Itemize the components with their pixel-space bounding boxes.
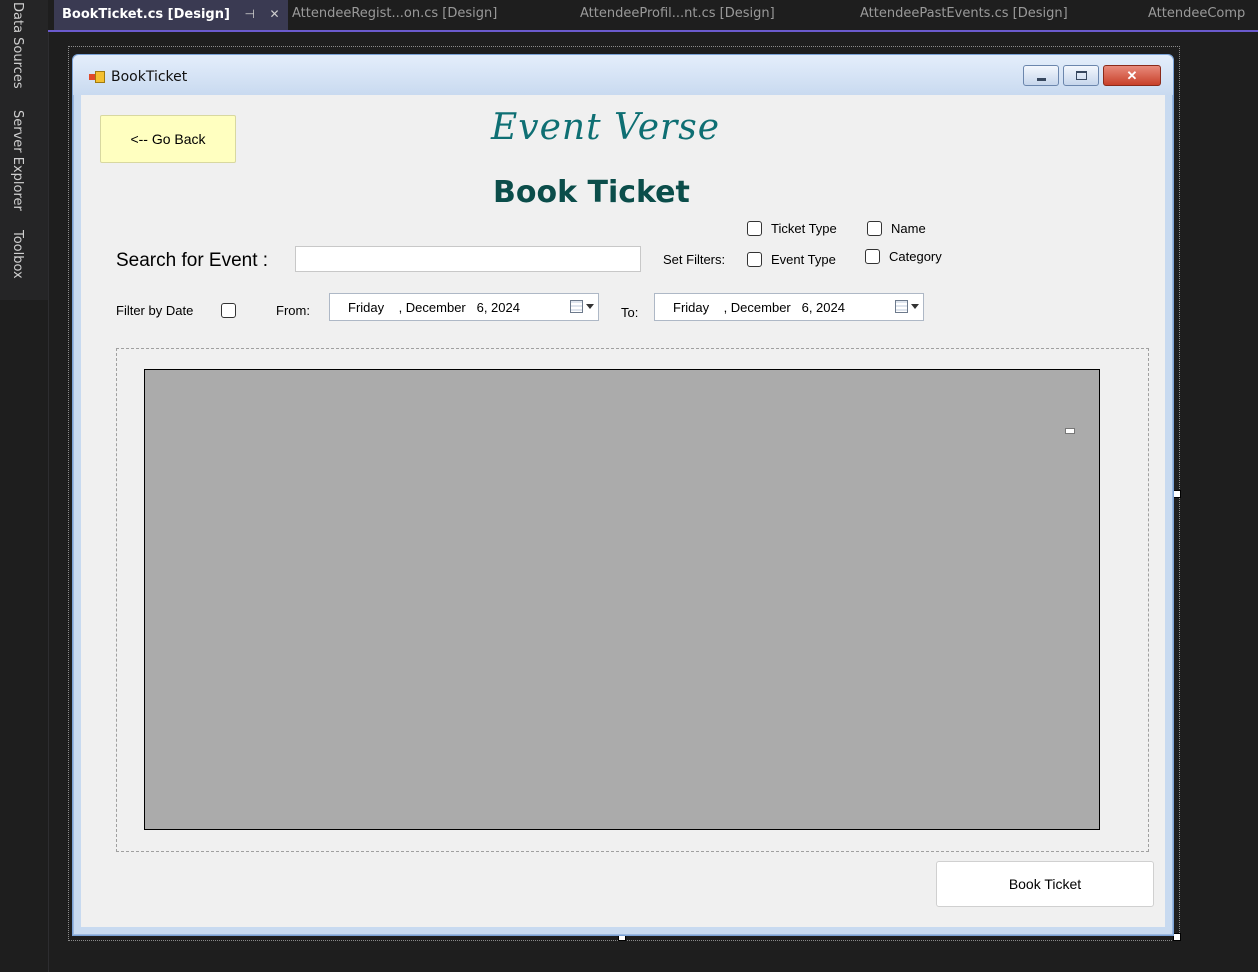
maximize-icon: [1075, 71, 1087, 80]
side-tab-server-explorer[interactable]: Server Explorer: [10, 110, 25, 211]
name-checkbox[interactable]: [867, 221, 882, 236]
tab-label: BookTicket.cs [Design]: [62, 7, 230, 22]
minimize-icon: [1036, 77, 1046, 81]
calendar-dropdown-icon[interactable]: [895, 299, 919, 313]
grid-smart-tag-icon[interactable]: [1065, 428, 1075, 434]
resize-handle-right[interactable]: [1173, 490, 1181, 498]
ticket-type-checkbox[interactable]: [747, 221, 762, 236]
go-back-button[interactable]: <-- Go Back: [100, 115, 236, 163]
form-titlebar[interactable]: BookTicket ✕: [73, 55, 1173, 95]
category-checkbox[interactable]: [865, 249, 880, 264]
from-label: From:: [276, 303, 310, 318]
to-date-picker[interactable]: Friday , December 6, 2024: [654, 293, 924, 321]
tab-bookticket-design[interactable]: BookTicket.cs [Design] ⊣ ✕: [54, 0, 288, 30]
form-icon: [89, 71, 105, 83]
filter-by-date-checkbox[interactable]: [221, 303, 236, 318]
name-label: Name: [891, 221, 926, 236]
book-ticket-button[interactable]: Book Ticket: [936, 861, 1154, 907]
tab-attendee-registration-design[interactable]: AttendeeRegist...on.cs [Design]: [292, 0, 497, 30]
to-date-value: Friday , December 6, 2024: [673, 299, 845, 315]
event-type-checkbox[interactable]: [747, 252, 762, 267]
form-window: BookTicket ✕ <-- Go Back Event Verse Boo…: [72, 54, 1174, 936]
ide-side-strip: Data Sources Server Explorer Toolbox: [0, 0, 49, 972]
minimize-button[interactable]: [1023, 65, 1059, 86]
from-date-value: Friday , December 6, 2024: [348, 299, 520, 315]
set-filters-label: Set Filters:: [663, 252, 726, 267]
search-input[interactable]: [295, 246, 641, 272]
category-label: Category: [889, 249, 942, 264]
calendar-dropdown-icon[interactable]: [570, 299, 594, 313]
tab-attendee-comp[interactable]: AttendeeComp: [1148, 0, 1245, 30]
brand-logo-text: Event Verse: [491, 107, 721, 148]
close-icon: ✕: [1126, 68, 1138, 83]
close-icon[interactable]: ✕: [269, 0, 279, 28]
side-tab-toolbox[interactable]: Toolbox: [10, 230, 25, 279]
maximize-button[interactable]: [1063, 65, 1099, 86]
document-tab-bar: BookTicket.cs [Design] ⊣ ✕ AttendeeRegis…: [48, 0, 1258, 32]
page-title: Book Ticket: [493, 175, 690, 210]
event-type-label: Event Type: [771, 252, 836, 267]
pin-icon[interactable]: ⊣: [244, 0, 254, 28]
filter-by-date-label: Filter by Date: [116, 303, 194, 318]
to-label: To:: [621, 305, 639, 320]
events-data-grid[interactable]: [144, 369, 1100, 830]
resize-handle-corner[interactable]: [1173, 933, 1181, 941]
close-button[interactable]: ✕: [1103, 65, 1161, 86]
ticket-type-label: Ticket Type: [771, 221, 837, 236]
tab-attendee-profile-design[interactable]: AttendeeProfil...nt.cs [Design]: [580, 0, 775, 30]
window-title: BookTicket: [111, 69, 188, 85]
from-date-picker[interactable]: Friday , December 6, 2024: [329, 293, 599, 321]
search-label: Search for Event :: [116, 250, 269, 271]
form-client-area: <-- Go Back Event Verse Book Ticket Tick…: [81, 95, 1165, 927]
side-tab-data-sources[interactable]: Data Sources: [10, 2, 25, 89]
tab-attendee-past-events-design[interactable]: AttendeePastEvents.cs [Design]: [860, 0, 1068, 30]
